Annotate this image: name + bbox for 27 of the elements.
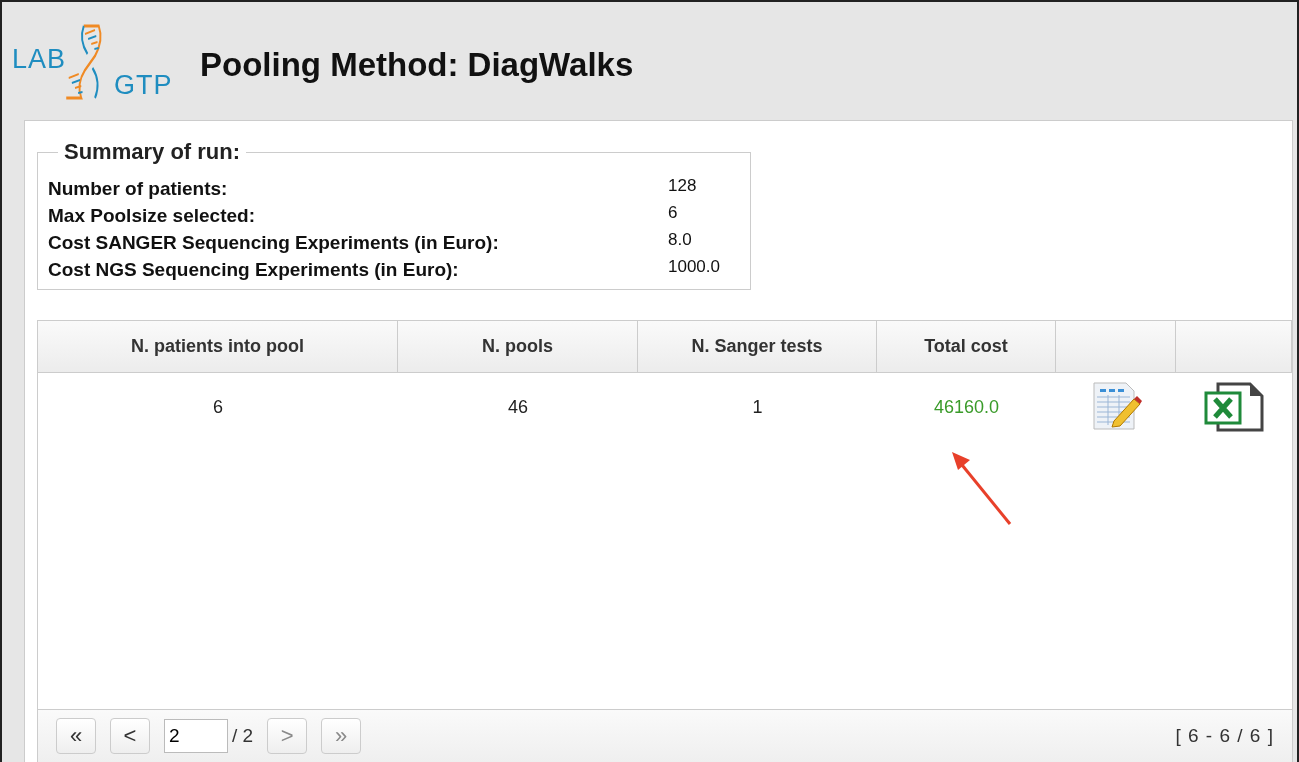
page-input[interactable]: 2 xyxy=(164,719,228,753)
logo-text: LAB xyxy=(12,46,67,73)
summary-value: 6 xyxy=(668,203,679,223)
column-header: Total cost xyxy=(924,336,1008,357)
pager-button[interactable]: < xyxy=(110,718,150,754)
summary-label: Cost NGS Sequencing Experiments (in Euro): xyxy=(48,259,459,281)
table-cell: 46 xyxy=(508,396,528,418)
summary-title: Summary of run: xyxy=(63,139,242,165)
table-cell: 6 xyxy=(213,396,223,418)
column-header: N. patients into pool xyxy=(131,336,304,357)
summary-label: Max Poolsize selected: xyxy=(48,205,255,227)
pager-button[interactable]: « xyxy=(56,718,96,754)
column-header: N. pools xyxy=(482,336,553,357)
summary-value: 128 xyxy=(668,176,698,196)
column-header: N. Sanger tests xyxy=(691,336,823,357)
edit-table-icon[interactable] xyxy=(1090,381,1142,433)
summary-value: 8.0 xyxy=(668,230,693,250)
page-count: / 2 xyxy=(232,725,254,747)
record-range: [ 6 - 6 / 6 ] xyxy=(1175,725,1274,747)
summary-value: 1000.0 xyxy=(668,257,721,277)
summary-label: Number of patients: xyxy=(48,178,228,200)
table-cell: 1 xyxy=(752,396,763,418)
logo-text: GTP xyxy=(114,72,173,99)
table-cell: 46160.0 xyxy=(933,396,1000,418)
spreadsheet-icon[interactable] xyxy=(1204,381,1264,433)
page-title: Pooling Method: DiagWalks xyxy=(200,46,634,84)
summary-label: Cost SANGER Sequencing Experiments (in Euro): xyxy=(48,232,499,254)
